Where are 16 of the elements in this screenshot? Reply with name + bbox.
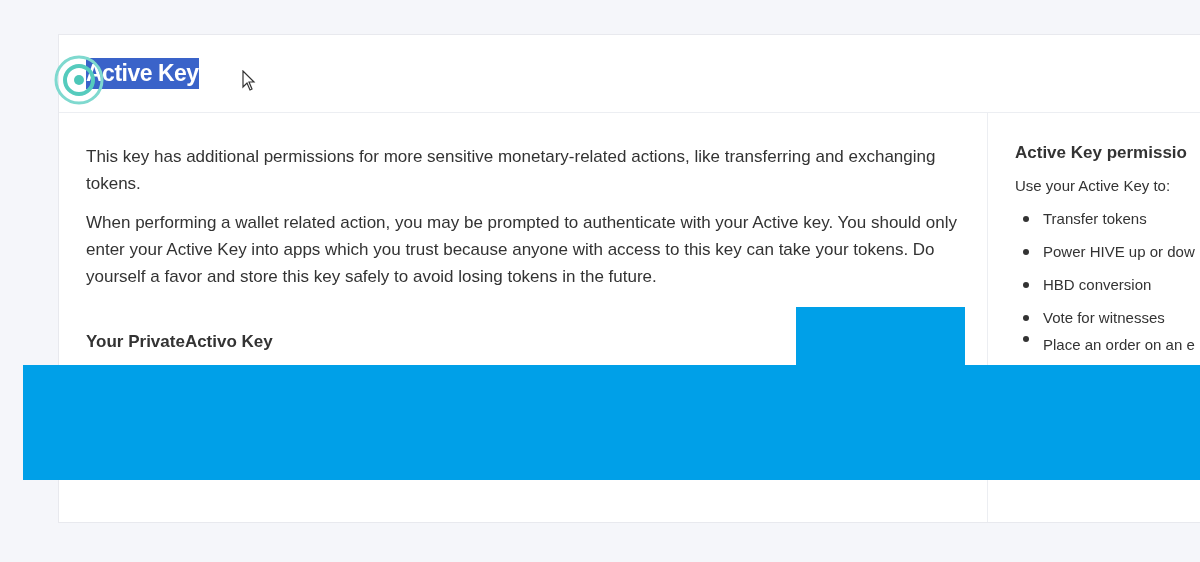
section-heading: Your PrivateActivo Key — [86, 332, 274, 352]
paragraph: This key has additional permissions for more sensitive monetary-related actions, like transferring and exchanging tokens. — [86, 146, 937, 195]
panel-text: Use your Active Key to: — [1015, 177, 1172, 194]
list-item: Transfer tokens — [1043, 210, 1147, 227]
list-item: Vote for witnesses — [1043, 309, 1165, 326]
bullet-icon — [1023, 314, 1029, 321]
bullet-icon — [1023, 281, 1029, 288]
paragraph: When performing a wallet related action, you may be prompted to authenticate with your Active key. You should only enter your Active Key into apps which you trust because anyone with access to this key can take your tokens. Do yourself a favor and store this key safely to avoid losing tokens in the future. — [86, 212, 958, 288]
cursor-icon — [242, 70, 256, 92]
list-item: Place an order on an e — [1043, 336, 1195, 353]
bullet-icon — [1023, 248, 1029, 255]
list-item: Power HIVE up or dow — [1043, 243, 1195, 260]
bullet-icon — [1023, 336, 1029, 342]
panel-heading: Active Key permissio — [1015, 143, 1188, 163]
list-item: HBD conversion — [1043, 276, 1152, 293]
bullet-icon — [1023, 215, 1029, 222]
